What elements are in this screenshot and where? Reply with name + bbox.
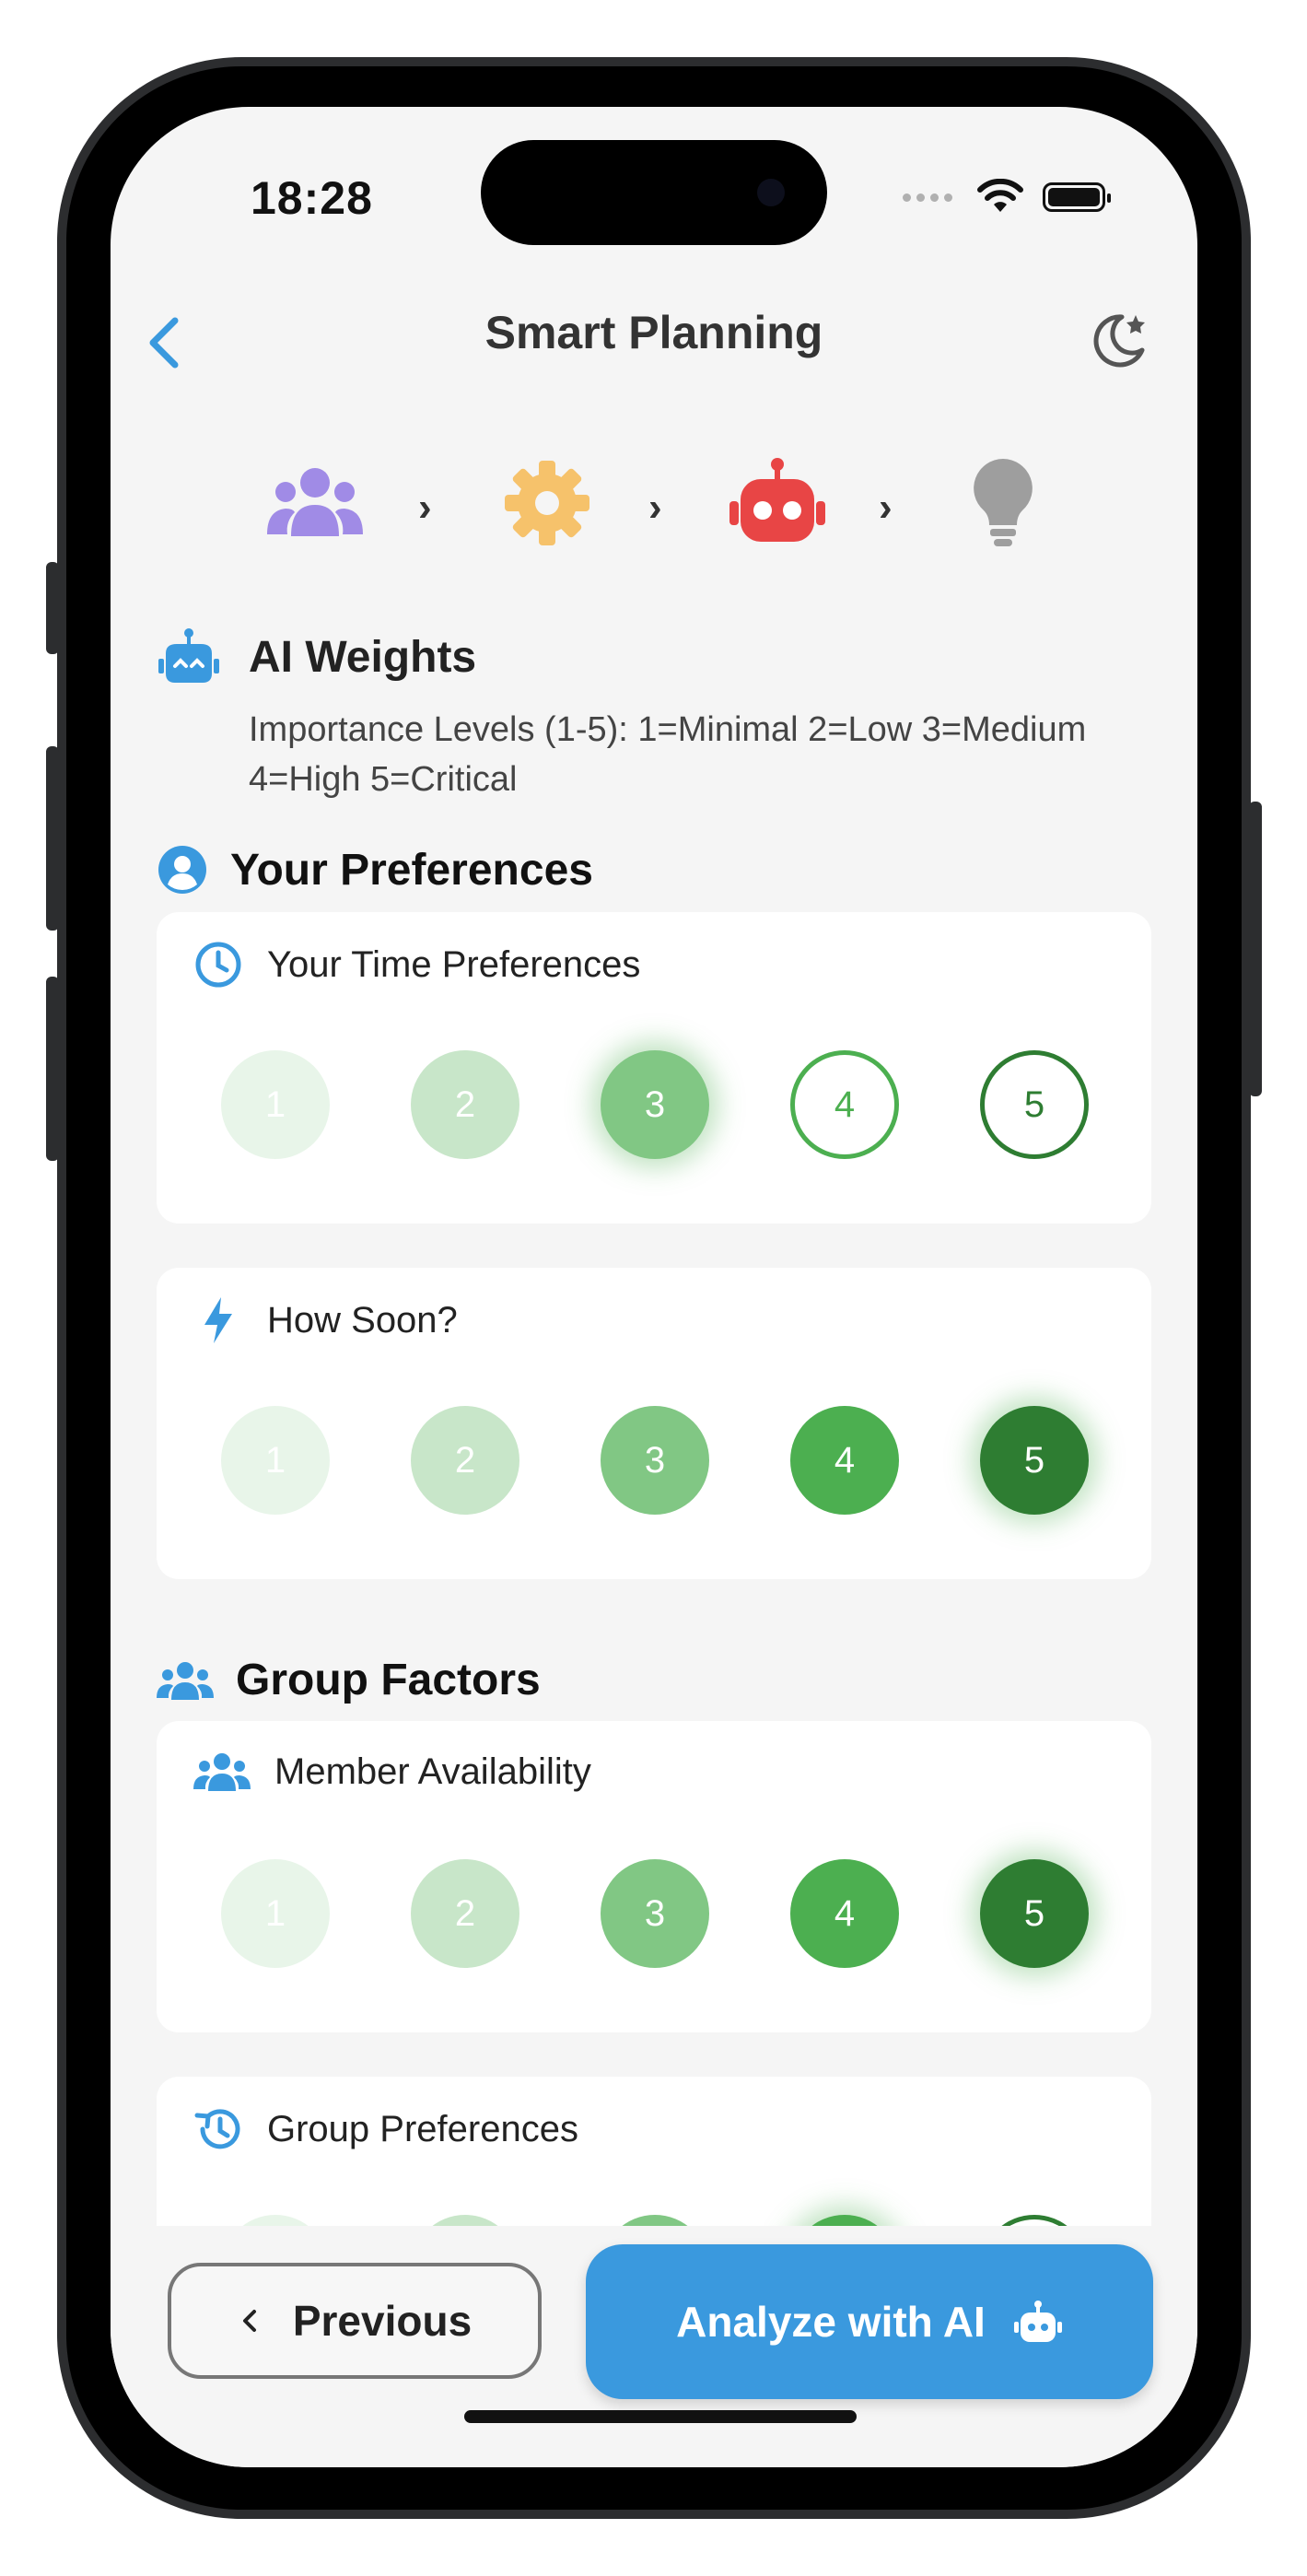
lightning-icon: [204, 1297, 232, 1343]
card-title: Group Preferences: [267, 2108, 578, 2149]
page-title: Smart Planning: [484, 307, 823, 358]
importance-levels-description: Importance Levels (1-5): 1=Minimal 2=Low…: [249, 710, 1087, 799]
volume-down-button: [46, 977, 59, 1161]
previous-label: Previous: [292, 2297, 473, 2345]
rating-option-4[interactable]: 4: [790, 1406, 899, 1515]
group-factors-heading: Group Factors: [157, 1655, 541, 1705]
rating-option-2[interactable]: 2: [411, 1050, 519, 1159]
your-preferences-heading: Your Preferences: [157, 844, 593, 896]
clock-icon: [195, 942, 241, 988]
rating-selector: 12345: [221, 1859, 1089, 1970]
rating-option-5[interactable]: 5: [980, 1406, 1089, 1515]
status-time: 18:28: [251, 172, 373, 224]
chevron-left-icon: [242, 2310, 256, 2332]
time-preferences-card: Your Time Preferences 12345: [157, 912, 1151, 1224]
volume-up-button: [46, 746, 59, 931]
step-ai[interactable]: [729, 457, 825, 554]
moon-star-icon: [1093, 314, 1145, 368]
gear-icon: [505, 461, 589, 545]
rating-option-4[interactable]: 4: [790, 1859, 899, 1968]
power-button: [1249, 802, 1262, 1096]
step-chevron-icon: ›: [648, 485, 662, 530]
rating-option-5[interactable]: 5: [980, 1050, 1089, 1159]
step-suggestions[interactable]: [971, 457, 1035, 554]
step-users[interactable]: [267, 457, 363, 554]
history-icon: [194, 2109, 240, 2149]
step-chevron-icon: ›: [879, 485, 893, 530]
rating-option-4[interactable]: 4: [790, 1050, 899, 1159]
step-indicator: › › ›: [111, 457, 1197, 558]
robot-icon: [158, 628, 219, 683]
rating-option-3[interactable]: 3: [601, 1406, 709, 1515]
ai-weights-title: AI Weights: [249, 632, 477, 682]
robot-icon: [729, 458, 825, 542]
status-icons: [903, 179, 1111, 216]
card-title: How Soon?: [267, 1299, 458, 1341]
step-settings[interactable]: [501, 457, 593, 554]
member-availability-card: Member Availability 12345: [157, 1721, 1151, 2032]
rating-option-1[interactable]: 1: [221, 1050, 330, 1159]
rating-option-3[interactable]: 3: [601, 1859, 709, 1968]
users-icon: [193, 1753, 251, 1791]
rating-option-3[interactable]: 3: [601, 1050, 709, 1159]
how-soon-card: How Soon? 12345: [157, 1268, 1151, 1579]
lightbulb-icon: [974, 459, 1033, 546]
rating-option-5[interactable]: 5: [980, 1859, 1089, 1968]
users-icon: [157, 1661, 214, 1700]
card-title: Member Availability: [274, 1751, 591, 1792]
signal-dots-icon: [903, 193, 952, 202]
rating-option-1[interactable]: 1: [221, 1406, 330, 1515]
rating-selector: 12345: [221, 1050, 1089, 1161]
rating-option-2[interactable]: 2: [411, 1406, 519, 1515]
silent-switch: [46, 562, 59, 654]
previous-button[interactable]: Previous: [168, 2263, 542, 2379]
home-indicator: [464, 2410, 857, 2423]
step-chevron-icon: ›: [418, 485, 432, 530]
screen: 18:28 Smart Planning › › › AI Weights Im…: [111, 107, 1197, 2467]
ai-weights-section: AI Weights Importance Levels (1-5): 1=Mi…: [157, 627, 1151, 804]
analyze-label: Analyze with AI: [676, 2298, 986, 2346]
rating-option-1[interactable]: 1: [221, 1859, 330, 1968]
theme-toggle-button[interactable]: [1085, 304, 1155, 374]
dynamic-island: [481, 140, 827, 245]
rating-option-2[interactable]: 2: [411, 1859, 519, 1968]
wifi-icon: [977, 179, 1023, 212]
analyze-with-ai-button[interactable]: Analyze with AI: [586, 2244, 1153, 2399]
battery-icon: [1043, 182, 1111, 212]
users-icon: [267, 468, 363, 536]
rating-selector: 12345: [221, 1406, 1089, 1516]
card-title: Your Time Preferences: [267, 943, 641, 985]
user-circle-icon: [158, 846, 206, 894]
robot-icon: [1013, 2301, 1062, 2342]
